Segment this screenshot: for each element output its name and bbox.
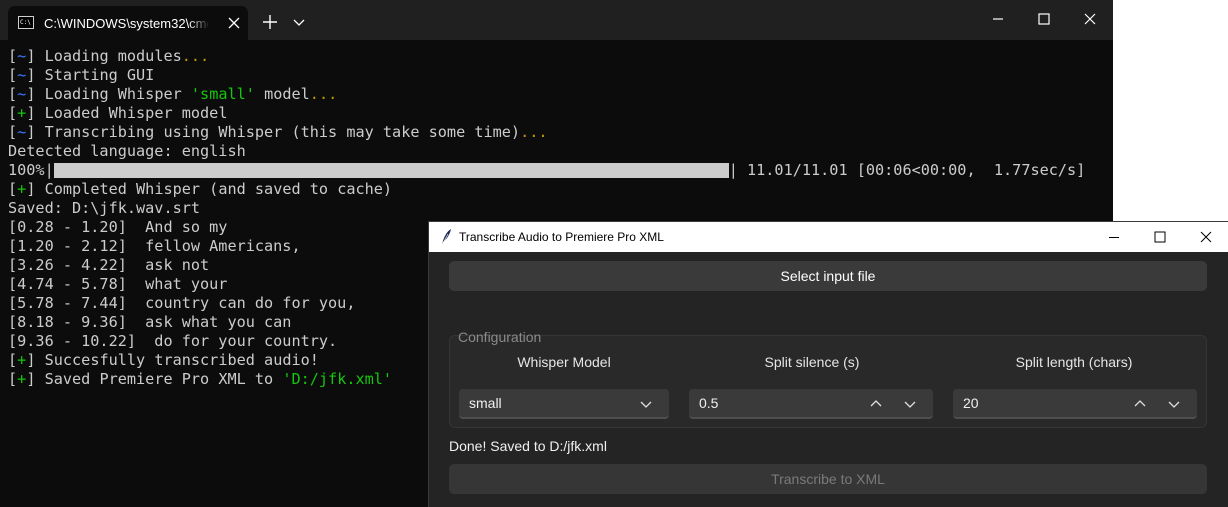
terminal-text-segment: ] Loaded Whisper model [26, 104, 228, 122]
chevron-down-icon[interactable] [639, 397, 653, 411]
configuration-frame: Configuration Whisper Model Split silenc… [449, 329, 1207, 428]
terminal-text-segment: ] Succesfully transcribed audio! [26, 351, 319, 369]
terminal-text-segment: ] Transcribing using Whisper (this may t… [26, 123, 521, 141]
terminal-text-segment: 'D:/jfk.xml' [282, 370, 393, 388]
terminal-line: Detected language: english [8, 142, 1108, 161]
terminal-text-segment: [ [8, 123, 18, 141]
transcribe-to-xml-button[interactable]: Transcribe to XML [449, 464, 1207, 494]
terminal-text-segment: [5.78 - 7.44] country can do for you, [8, 294, 356, 312]
terminal-line: [~] Transcribing using Whisper (this may… [8, 123, 1108, 142]
split-length-value: 20 [963, 395, 979, 411]
close-icon[interactable] [1183, 222, 1228, 252]
terminal-line: Saved: D:\jfk.wav.srt [8, 199, 1108, 218]
terminal-tab[interactable]: C:\ C:\WINDOWS\system32\cmd.e [8, 6, 248, 40]
chevron-up-icon[interactable] [1133, 397, 1147, 411]
terminal-text-segment: [3.26 - 4.22] ask not [8, 256, 210, 274]
terminal-text-segment: [ [8, 351, 18, 369]
terminal-text-segment: ] Starting GUI [26, 66, 155, 84]
feather-icon [441, 229, 451, 246]
transcriber-window: Transcribe Audio to Premiere Pro XML Sel… [428, 221, 1228, 507]
split-silence-spinbox[interactable]: 0.5 [689, 389, 933, 419]
terminal-text-segment: [ [8, 47, 18, 65]
terminal-text-segment: Detected language: english [8, 142, 246, 160]
plus-icon[interactable] [259, 11, 281, 33]
split-length-label: Split length (chars) [1015, 354, 1133, 370]
terminal-text-segment: model [254, 85, 310, 103]
terminal-text-segment: [ [8, 85, 18, 103]
terminal-text-segment: ~ [17, 85, 27, 103]
chevron-down-icon[interactable] [903, 397, 917, 411]
terminal-text-segment: [ [8, 370, 18, 388]
terminal-text-segment: ] Completed Whisper (and saved to cache) [26, 180, 393, 198]
terminal-text-segment: ... [520, 123, 548, 141]
terminal-text-segment: + [17, 180, 27, 198]
close-icon[interactable] [226, 15, 242, 31]
terminal-text-segment: [ [8, 104, 18, 122]
terminal-text-segment: ] Loading Whisper [26, 85, 191, 103]
terminal-line: [~] Loading modules... [8, 47, 1108, 66]
split-silence-label: Split silence (s) [764, 354, 860, 370]
terminal-text-segment: | 11.01/11.01 [00:06<00:00, 1.77sec/s] [728, 161, 1086, 179]
terminal-text-segment: ] Saved Premiere Pro XML to [26, 370, 283, 388]
terminal-line: [~] Starting GUI [8, 66, 1108, 85]
terminal-line: [+] Completed Whisper (and saved to cach… [8, 180, 1108, 199]
cmd-icon: C:\ [18, 16, 34, 29]
terminal-text-segment: + [17, 370, 27, 388]
chevron-up-icon[interactable] [869, 397, 883, 411]
split-silence-value: 0.5 [699, 395, 719, 411]
minimize-icon[interactable] [987, 8, 1009, 30]
terminal-text-segment: ... [309, 85, 338, 103]
split-length-spinbox[interactable]: 20 [953, 389, 1197, 419]
maximize-icon[interactable] [1137, 222, 1183, 252]
whisper-model-label: Whisper Model [517, 354, 611, 370]
maximize-icon[interactable] [1033, 8, 1055, 30]
terminal-line: 100%| | 11.01/11.01 [00:06<00:00, 1.77sec… [8, 161, 1108, 180]
terminal-text-segment: ~ [17, 123, 27, 141]
minimize-icon[interactable] [1091, 222, 1137, 252]
terminal-text-segment: [0.28 - 1.20] And so my [8, 218, 228, 236]
terminal-text-segment: ~ [17, 47, 27, 65]
terminal-text-segment: + [17, 351, 27, 369]
whisper-model-value: small [469, 395, 502, 411]
terminal-text-segment: [8.18 - 9.36] ask what you can [8, 313, 292, 331]
terminal-text-segment: [9.36 - 10.22] do for your country. [8, 332, 338, 350]
terminal-text-segment: 100%| [8, 161, 54, 179]
terminal-text-segment: 'small' [190, 85, 255, 103]
window-title: Transcribe Audio to Premiere Pro XML [459, 230, 664, 244]
terminal-text-segment: [ [8, 66, 18, 84]
terminal-text-segment: [1.20 - 2.12] fellow Americans, [8, 237, 301, 255]
terminal-text-segment: [4.74 - 5.78] what your [8, 275, 228, 293]
gui-titlebar: Transcribe Audio to Premiere Pro XML [429, 222, 1228, 252]
terminal-tab-title: C:\WINDOWS\system32\cmd.e [44, 16, 208, 31]
select-input-file-button[interactable]: Select input file [449, 261, 1207, 291]
terminal-text-segment: [ [8, 180, 18, 198]
tab-title-fade [188, 14, 210, 34]
whisper-model-dropdown[interactable]: small [459, 389, 669, 419]
configuration-title: Configuration [458, 329, 542, 345]
terminal-line: [~] Loading Whisper 'small' model... [8, 85, 1108, 104]
progress-bar-fill [53, 163, 729, 178]
terminal-text-segment: ] Loading modules [26, 47, 182, 65]
terminal-text-segment: + [17, 104, 27, 122]
chevron-down-icon[interactable] [288, 11, 310, 33]
terminal-text-segment: ... [181, 47, 210, 65]
terminal-text-segment: Saved: D:\jfk.wav.srt [8, 199, 201, 217]
chevron-down-icon[interactable] [1167, 397, 1181, 411]
terminal-text-segment: ~ [17, 66, 27, 84]
close-icon[interactable] [1079, 8, 1101, 30]
terminal-line: [+] Loaded Whisper model [8, 104, 1108, 123]
terminal-titlebar: C:\ C:\WINDOWS\system32\cmd.e [0, 0, 1113, 40]
status-message: Done! Saved to D:/jfk.xml [449, 438, 607, 454]
